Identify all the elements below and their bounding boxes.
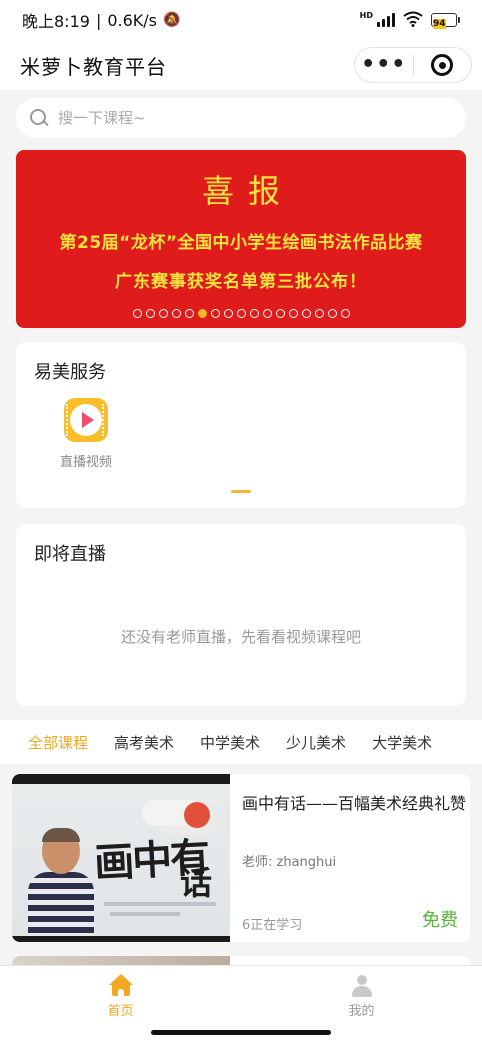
service-item-label: 直播视频 [59, 455, 112, 470]
course-card[interactable]: 画中有 话 画中有话——百幅美术经典礼赞 老师: zhanghui 6正在学习 … [12, 774, 470, 942]
page-title: 米萝卜教育平台 [20, 54, 167, 79]
battery-icon: 94 [431, 13, 460, 29]
banner-dot[interactable] [275, 309, 285, 318]
battery-level: 94 [433, 19, 446, 29]
category-tabs: 全部课程 高考美术 中学美术 少儿美术 大学美术 [0, 720, 482, 764]
tab-me[interactable]: 我的 [241, 966, 482, 1021]
banner-dot[interactable] [158, 309, 168, 318]
bottom-tab-bar: 首页 我的 [0, 965, 482, 1021]
teacher-photo [28, 828, 94, 942]
banner-dot[interactable] [314, 309, 324, 318]
banner-dot[interactable] [327, 309, 337, 318]
signal-icon [377, 13, 395, 27]
services-page-indicator [231, 490, 251, 493]
banner-line-2: 广东赛事获奖名单第三批公布！ [115, 272, 367, 292]
search-bar[interactable] [16, 98, 466, 138]
banner-dot[interactable] [288, 309, 298, 318]
course-title: 画中有话——百幅美术经典礼赞 [242, 794, 467, 813]
live-title: 即将直播 [34, 544, 106, 565]
banner-pagination [16, 309, 466, 318]
banner-dot[interactable] [249, 309, 259, 318]
mini-program-capsule: ••• [354, 47, 472, 83]
home-icon [108, 974, 133, 998]
banner-dot[interactable] [184, 309, 194, 318]
network-label: HD [359, 10, 373, 20]
tab-home[interactable]: 首页 [0, 966, 241, 1021]
banner-dot[interactable] [145, 309, 155, 318]
service-item-live-video[interactable]: 直播视频 [56, 398, 116, 470]
home-indicator [151, 1030, 331, 1035]
banner-dot[interactable] [210, 309, 220, 318]
banner-title: 喜报 [201, 172, 294, 210]
banner-dot[interactable] [223, 309, 233, 318]
course-price: 免费 [422, 910, 458, 931]
tab-gaokao-art[interactable]: 高考美术 [114, 732, 174, 753]
tab-middle-school-art[interactable]: 中学美术 [200, 732, 260, 753]
tab-children-art[interactable]: 少儿美术 [286, 732, 346, 753]
status-time: 晚上8:19 [22, 12, 90, 31]
status-bar: 晚上8:19 | 0.6K/s 🔕 HD 94 [0, 0, 482, 40]
status-left: 晚上8:19 | 0.6K/s 🔕 [22, 8, 180, 32]
close-button[interactable] [414, 54, 472, 76]
upcoming-live-card: 即将直播 还没有老师直播，先看看视频课程吧 [16, 524, 466, 706]
status-speed: 0.6K/s [107, 10, 157, 30]
status-right: HD 94 [360, 11, 460, 30]
thumbnail-calligraphy-2: 话 [180, 864, 213, 902]
tab-home-label: 首页 [107, 1004, 134, 1019]
live-empty-message: 还没有老师直播，先看看视频课程吧 [120, 628, 361, 646]
tab-all-courses[interactable]: 全部课程 [28, 732, 88, 753]
search-icon [30, 109, 48, 127]
wifi-icon [403, 11, 423, 30]
nav-bar: 米萝卜教育平台 ••• [0, 40, 482, 90]
banner-dot[interactable] [171, 309, 181, 318]
live-video-icon [64, 398, 108, 442]
banner-dot[interactable] [132, 309, 142, 318]
tab-me-label: 我的 [348, 1004, 375, 1019]
banner-dot[interactable] [301, 309, 311, 318]
banner-line-1: 第25届“龙杯”全国中小学生绘画书法作品比赛 [59, 233, 423, 253]
banner-dot[interactable] [236, 309, 246, 318]
mute-icon: 🔕 [163, 12, 181, 28]
services-card: 易美服务 直播视频 [16, 342, 466, 508]
banner-dot[interactable] [197, 309, 207, 318]
user-icon [350, 974, 374, 998]
tab-university-art[interactable]: 大学美术 [372, 732, 432, 753]
course-teacher: 老师: zhanghui [242, 855, 337, 870]
course-learners: 6正在学习 [242, 918, 303, 933]
banner-dot[interactable] [340, 309, 350, 318]
promo-banner[interactable]: 喜报 第25届“龙杯”全国中小学生绘画书法作品比赛 广东赛事获奖名单第三批公布！ [16, 150, 466, 328]
more-button[interactable]: ••• [355, 54, 413, 76]
status-separator: | [95, 10, 102, 30]
banner-dot[interactable] [262, 309, 272, 318]
services-title: 易美服务 [34, 362, 106, 383]
target-icon [431, 54, 454, 76]
search-input[interactable] [58, 109, 438, 127]
course-thumbnail: 画中有 话 [12, 774, 230, 942]
